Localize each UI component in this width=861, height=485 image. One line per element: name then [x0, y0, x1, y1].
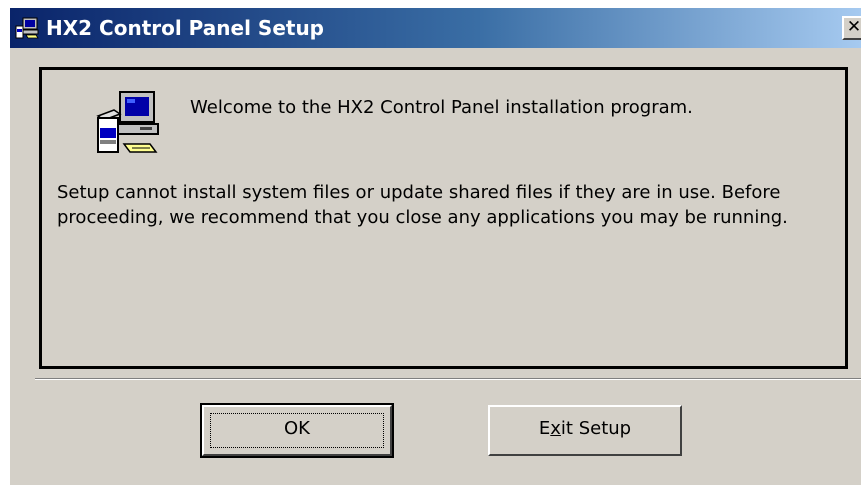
setup-computer-icon — [96, 91, 159, 153]
title-bar[interactable]: HX2 Control Panel Setup ✕ — [10, 8, 861, 48]
welcome-panel: Welcome to the HX2 Control Panel install… — [39, 67, 848, 369]
welcome-text: Welcome to the HX2 Control Panel install… — [190, 97, 693, 118]
setup-warning-text: Setup cannot install system files or upd… — [57, 182, 788, 228]
close-icon: ✕ — [846, 17, 861, 37]
setup-computer-icon — [15, 17, 39, 39]
exit-setup-button-label: Exit Setup — [539, 418, 631, 439]
exit-setup-button[interactable]: Exit Setup — [488, 405, 682, 456]
ok-button[interactable]: OK — [200, 403, 394, 458]
close-button[interactable]: ✕ — [842, 16, 861, 40]
exit-label-accelerator: x — [550, 418, 561, 439]
setup-dialog-window: HX2 Control Panel Setup ✕ Welcome to the… — [10, 8, 861, 485]
window-title: HX2 Control Panel Setup — [46, 16, 324, 40]
separator-line — [35, 378, 861, 380]
exit-label-prefix: E — [538, 418, 551, 439]
exit-label-suffix: it Setup — [560, 418, 632, 439]
ok-button-label: OK — [284, 418, 310, 439]
